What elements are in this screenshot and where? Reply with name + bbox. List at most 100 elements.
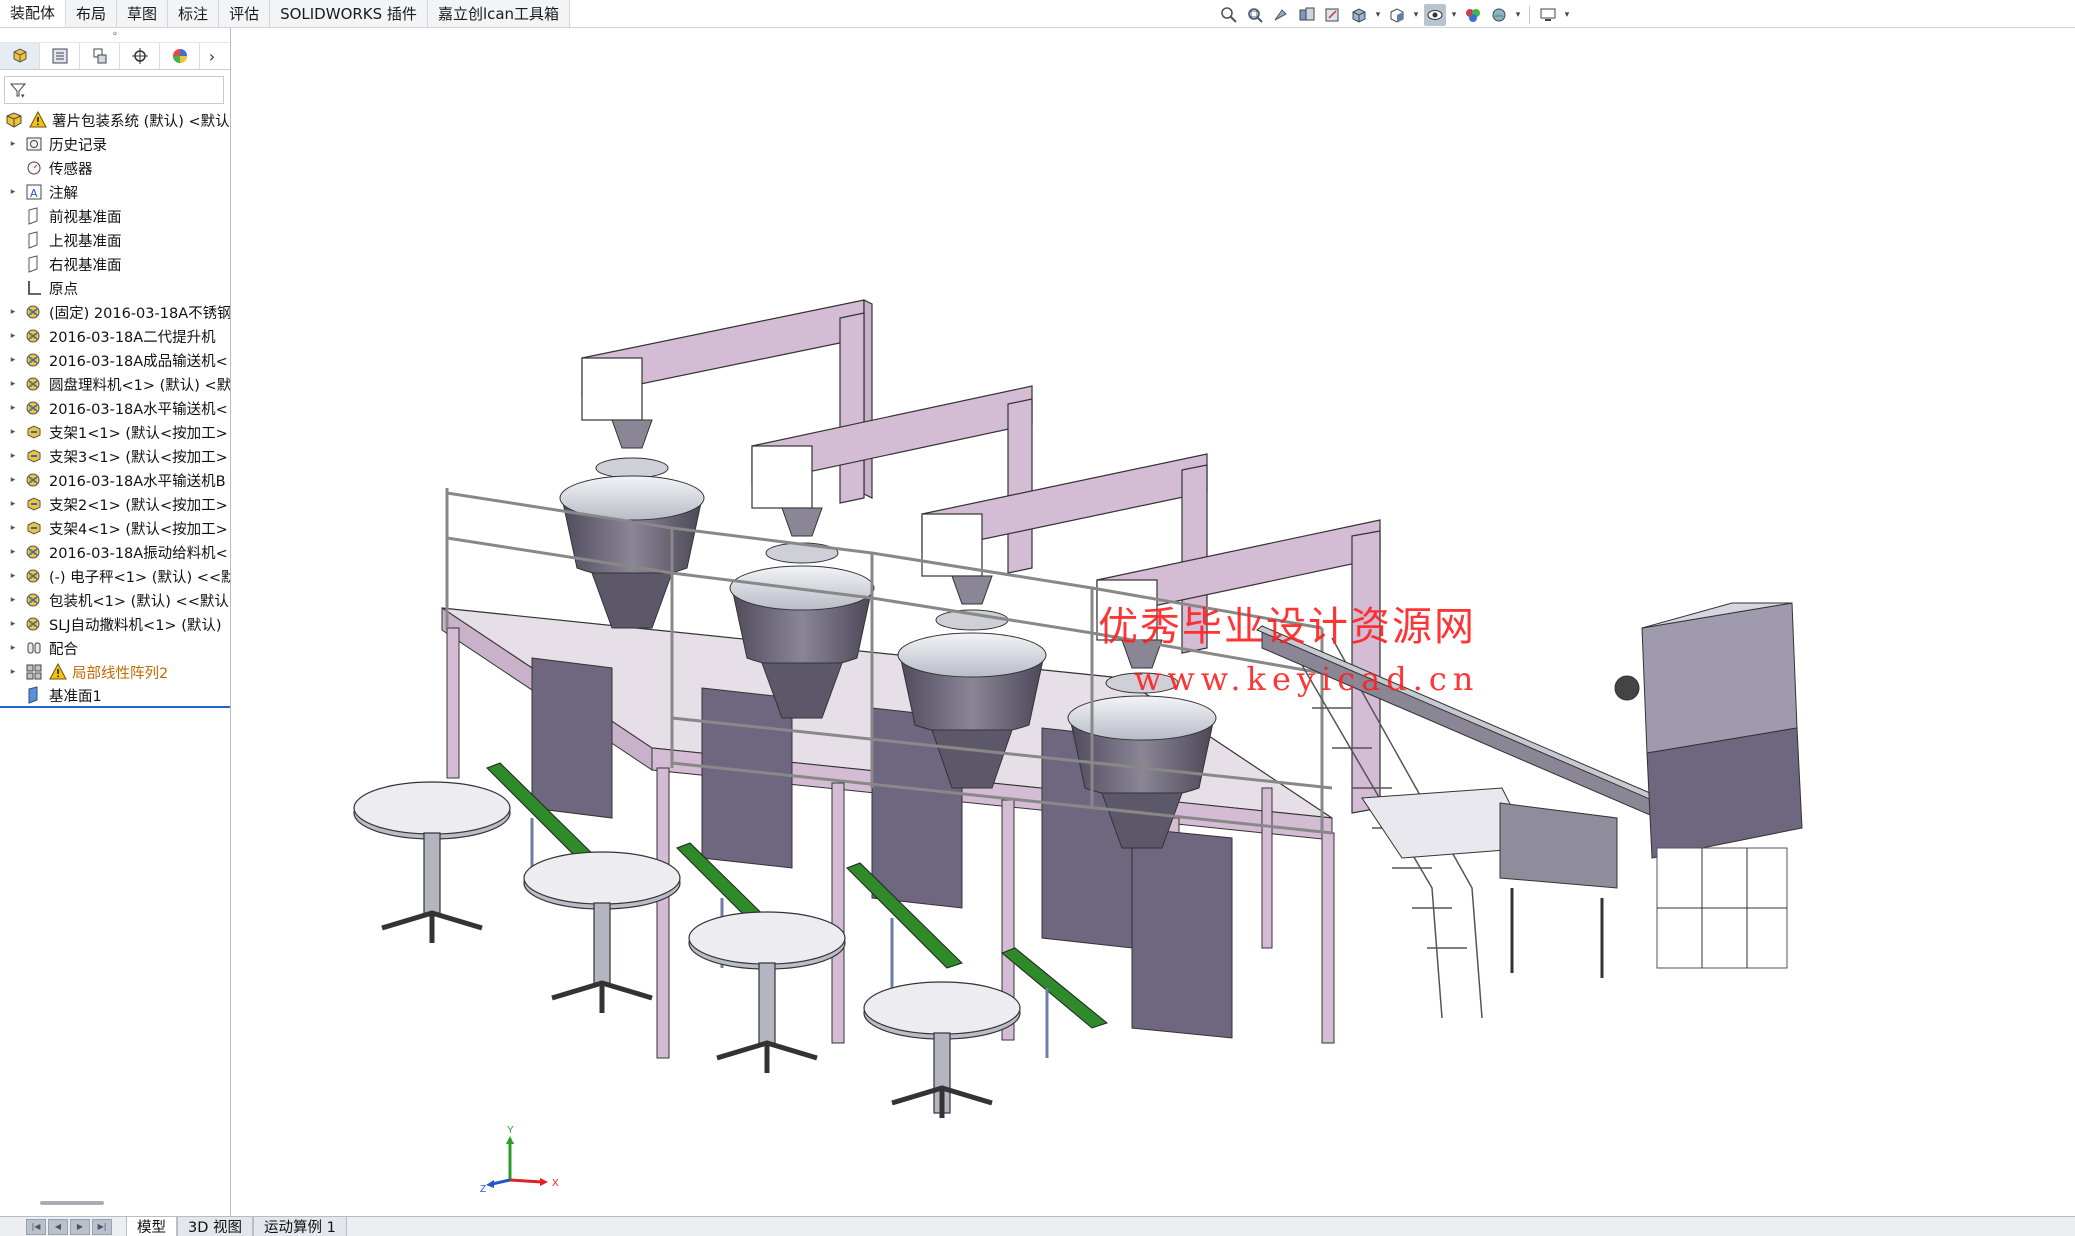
tree-item[interactable]: ▸ 2016-03-18A成品输送机< — [0, 348, 230, 372]
section-view-icon[interactable] — [1296, 4, 1318, 26]
tree-item-label: 2016-03-18A成品输送机< — [49, 353, 228, 370]
view-settings-icon[interactable] — [1537, 4, 1559, 26]
command-tabs: 装配体 布局 草图 标注 评估 SOLIDWORKS 插件 嘉立创lcan工具箱 — [0, 0, 571, 28]
edit-appearance-icon[interactable] — [1462, 4, 1484, 26]
tree-item-label: 支架4<1> (默认<按加工> — [49, 521, 228, 538]
expand-caret-icon[interactable]: ▸ — [6, 331, 20, 341]
expand-caret-icon[interactable]: ▸ — [6, 427, 20, 437]
apply-scene-icon[interactable] — [1488, 4, 1510, 26]
zoom-to-fit-icon[interactable] — [1218, 4, 1240, 26]
tree-item-label: 传感器 — [49, 161, 93, 178]
tree-item[interactable]: ▸ 支架3<1> (默认<按加工> — [0, 444, 230, 468]
view-orientation-icon[interactable] — [1348, 4, 1370, 26]
command-tab[interactable]: SOLIDWORKS 插件 — [270, 0, 428, 27]
hide-show-dropdown-icon[interactable]: ▾ — [1450, 4, 1458, 26]
hide-show-items-icon[interactable] — [1424, 4, 1446, 26]
tree-item[interactable]: ▸ (-) 电子秤<1> (默认) <<默 — [0, 564, 230, 588]
bottom-tab[interactable]: 3D 视图 — [177, 1217, 253, 1236]
bottom-tab[interactable]: 运动算例 1 — [253, 1217, 347, 1236]
next-tab-arrow-icon[interactable]: ▶ — [70, 1218, 90, 1235]
tree-item[interactable]: ▸ 历史记录 — [0, 132, 230, 156]
command-tab[interactable]: 标注 — [168, 0, 220, 27]
view-settings-dropdown-icon[interactable]: ▾ — [1563, 4, 1571, 26]
tree-item[interactable]: ▸ 包装机<1> (默认) <<默认 — [0, 588, 230, 612]
tree-item[interactable]: ▸上视基准面 — [0, 228, 230, 252]
expand-caret-icon[interactable]: ▸ — [6, 355, 20, 365]
expand-caret-icon[interactable]: ▸ — [6, 523, 20, 533]
command-tab[interactable]: 布局 — [66, 0, 118, 27]
tree-item[interactable]: ▸右视基准面 — [0, 252, 230, 276]
tree-item[interactable]: ▸ 局部线性阵列2 — [0, 660, 230, 684]
prev-tab-arrow-icon[interactable]: ◀ — [48, 1218, 68, 1235]
tree-item-label: 包装机<1> (默认) <<默认 — [49, 593, 229, 610]
tree-item-label: SLJ自动撒料机<1> (默认) — [49, 617, 222, 634]
command-tab[interactable]: 评估 — [219, 0, 271, 27]
display-style-dropdown-icon[interactable]: ▾ — [1412, 4, 1420, 26]
configurationmanager-tab-icon[interactable] — [80, 43, 120, 69]
tree-item-label: 2016-03-18A水平输送机< — [49, 401, 228, 418]
plane-icon — [24, 230, 44, 250]
propertymanager-tab-icon[interactable] — [40, 43, 80, 69]
panel-grip-icon[interactable]: ⚬ — [0, 28, 230, 42]
tree-item[interactable]: ▸传感器 — [0, 156, 230, 180]
expand-caret-icon[interactable]: ▸ — [6, 403, 20, 413]
expand-caret-icon[interactable]: ▸ — [6, 499, 20, 509]
expand-caret-icon[interactable]: ▸ — [6, 595, 20, 605]
tree-item[interactable]: ▸ 支架1<1> (默认<按加工> — [0, 420, 230, 444]
tab-navigation: |◀ ◀ ▶ ▶| — [26, 1218, 112, 1235]
zoom-to-area-icon[interactable] — [1244, 4, 1266, 26]
expand-caret-icon[interactable]: ▸ — [6, 643, 20, 653]
tree-item[interactable]: ▸ 支架2<1> (默认<按加工> — [0, 492, 230, 516]
last-tab-arrow-icon[interactable]: ▶| — [92, 1218, 112, 1235]
first-tab-arrow-icon[interactable]: |◀ — [26, 1218, 46, 1235]
tree-item-label: 圆盘理料机<1> (默认) <默 — [49, 377, 230, 394]
expand-caret-icon[interactable]: ▸ — [6, 571, 20, 581]
subassembly-icon — [24, 398, 44, 418]
tree-item[interactable]: ▸ 2016-03-18A水平输送机< — [0, 396, 230, 420]
tree-item-label: 支架1<1> (默认<按加工> — [49, 425, 228, 442]
tree-item[interactable]: ▸ 2016-03-18A二代提升机 — [0, 324, 230, 348]
tree-item[interactable]: ▸基准面1 — [0, 684, 230, 708]
tree-item[interactable]: ▸薯片包装系统 (默认) <默认 — [0, 108, 230, 132]
tree-item[interactable]: ▸ SLJ自动撒料机<1> (默认) — [0, 612, 230, 636]
expand-caret-icon[interactable]: ▸ — [6, 451, 20, 461]
featuremanager-tab-icon[interactable] — [0, 43, 40, 69]
view-orientation-dropdown-icon[interactable]: ▾ — [1374, 4, 1382, 26]
expand-caret-icon[interactable]: ▸ — [6, 619, 20, 629]
plane-blue-icon — [24, 685, 44, 705]
tree-item[interactable]: ▸ 配合 — [0, 636, 230, 660]
apply-scene-dropdown-icon[interactable]: ▾ — [1514, 4, 1522, 26]
tree-item[interactable]: ▸ 支架4<1> (默认<按加工> — [0, 516, 230, 540]
tree-item[interactable]: ▸ 2016-03-18A振动给料机< — [0, 540, 230, 564]
tree-scrollbar[interactable] — [40, 1201, 104, 1205]
expand-caret-icon[interactable]: ▸ — [6, 475, 20, 485]
dimxpert-tab-icon[interactable] — [120, 43, 160, 69]
tree-item-label: 右视基准面 — [49, 257, 122, 274]
display-manager-tab-icon[interactable] — [160, 43, 200, 69]
tree-item[interactable]: ▸ 圆盘理料机<1> (默认) <默 — [0, 372, 230, 396]
tree-item[interactable]: ▸前视基准面 — [0, 204, 230, 228]
command-manager: 装配体 布局 草图 标注 评估 SOLIDWORKS 插件 嘉立创lcan工具箱 ▾ ▾ ▾… — [0, 0, 2075, 28]
tree-item-label: 原点 — [49, 281, 78, 298]
expand-caret-icon[interactable]: ▸ — [6, 187, 20, 197]
tree-item[interactable]: ▸ A 注解 — [0, 180, 230, 204]
expand-caret-icon[interactable]: ▸ — [6, 379, 20, 389]
expand-caret-icon[interactable]: ▸ — [6, 307, 20, 317]
tree-item[interactable]: ▸ (固定) 2016-03-18A不锈钢 — [0, 300, 230, 324]
tree-item[interactable]: ▸ 2016-03-18A水平输送机B — [0, 468, 230, 492]
subassembly-icon — [24, 614, 44, 634]
expand-caret-icon[interactable]: ▸ — [6, 667, 20, 677]
tree-item[interactable]: ▸原点 — [0, 276, 230, 300]
dynamic-annotation-icon[interactable] — [1322, 4, 1344, 26]
command-tab[interactable]: 嘉立创lcan工具箱 — [427, 0, 571, 27]
more-tabs-chevron-icon[interactable]: › — [200, 43, 224, 69]
bottom-tab[interactable]: 模型 — [126, 1217, 177, 1236]
tree-filter-field[interactable]: ▾ — [4, 76, 224, 104]
previous-view-icon[interactable] — [1270, 4, 1292, 26]
display-style-icon[interactable] — [1386, 4, 1408, 26]
command-tab[interactable]: 草图 — [117, 0, 169, 27]
expand-caret-icon[interactable]: ▸ — [6, 547, 20, 557]
expand-caret-icon[interactable]: ▸ — [6, 139, 20, 149]
command-tab[interactable]: 装配体 — [0, 0, 67, 27]
graphics-area[interactable]: 优秀毕业设计资源网 www.keyicad.cn Y X Z — [232, 28, 2075, 1216]
